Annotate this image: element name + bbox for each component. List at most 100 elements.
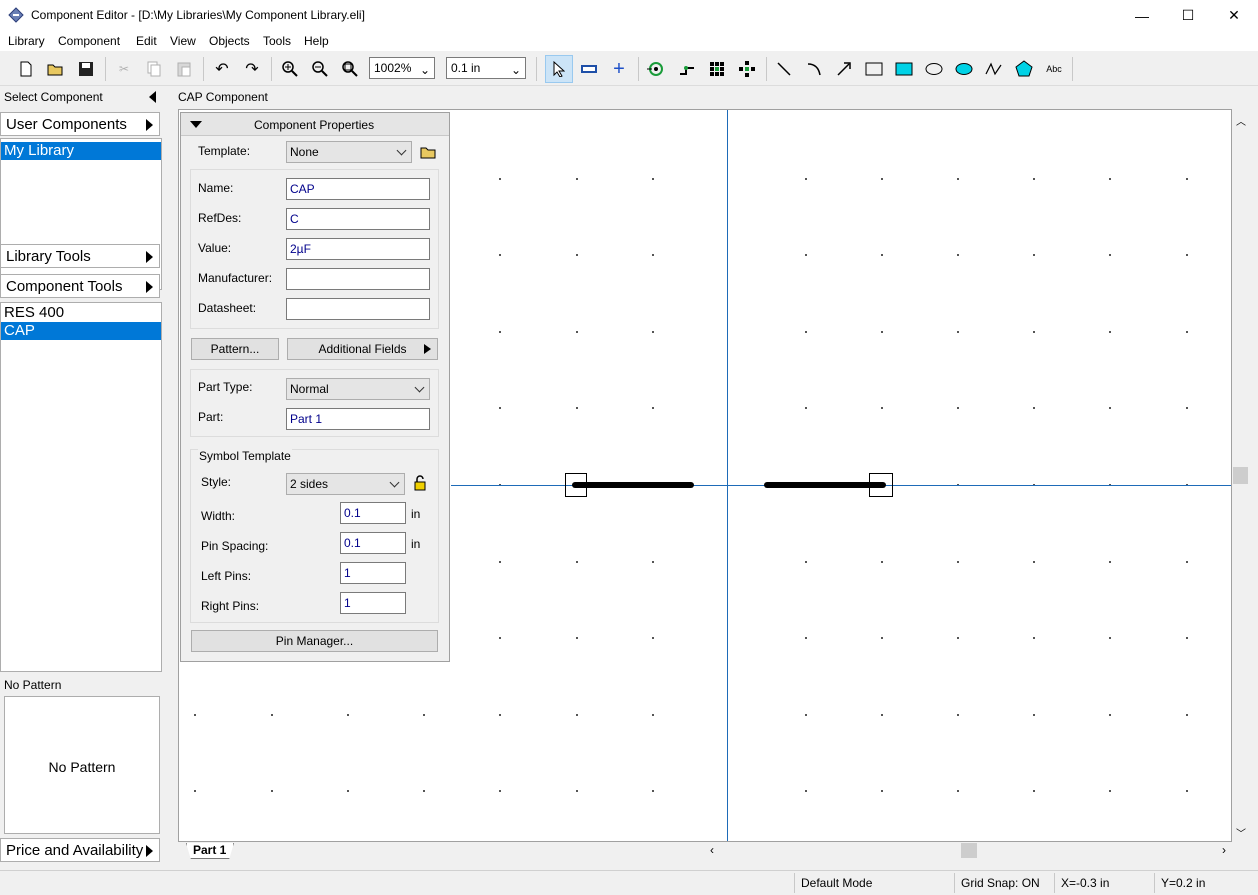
right-pins-field[interactable]: 1 [340,592,406,614]
datasheet-field[interactable] [286,298,430,320]
unlock-icon[interactable] [413,475,427,494]
grid-dot [957,790,959,792]
menu-objects[interactable]: Objects [209,34,250,48]
cut-icon[interactable]: ✂ [113,58,135,80]
list-item[interactable]: RES 400 [1,304,161,322]
pattern-button[interactable]: Pattern... [191,338,279,360]
left-pins-label: Left Pins: [201,569,252,583]
properties-header[interactable]: Component Properties [181,113,449,136]
paste-icon[interactable] [173,58,195,80]
grid-dot [271,714,273,716]
pin-right[interactable] [869,473,893,497]
line-icon[interactable] [773,58,795,80]
list-item[interactable]: CAP [1,322,161,340]
menu-edit[interactable]: Edit [136,34,157,48]
maximize-button[interactable]: ☐ [1165,0,1211,31]
component-list[interactable]: RES 400 CAP [0,302,162,672]
move-pins-icon[interactable] [736,58,758,80]
select-component-header[interactable]: Select Component [0,86,162,108]
close-button[interactable]: ✕ [1211,0,1257,31]
collapse-left-icon[interactable] [149,91,156,103]
component-tools-button[interactable]: Component Tools [0,274,160,298]
crosshair-icon[interactable]: + [608,58,630,80]
style-select[interactable]: 2 sides [286,473,405,495]
price-availability-button[interactable]: Price and Availability [0,838,160,862]
vertical-scrollbar[interactable]: ︿ ﹀ [1232,109,1249,842]
grid-dot [1186,178,1188,180]
left-panel: Select Component User Components My Libr… [0,86,165,866]
grid-dot [881,407,883,409]
grid-pins-icon[interactable] [706,58,728,80]
polygon-icon[interactable] [1013,58,1035,80]
scroll-left-icon[interactable]: ‹ [710,843,714,857]
new-file-icon[interactable] [15,58,37,80]
datasheet-label: Datasheet: [198,301,257,315]
arrow-icon[interactable] [833,58,855,80]
tab-part-1[interactable]: Part 1 [186,843,234,859]
grid-dot [576,254,578,256]
polyline-icon[interactable] [983,58,1005,80]
zoom-out-icon[interactable] [309,58,331,80]
left-pins-field[interactable]: 1 [340,562,406,584]
menu-help[interactable]: Help [304,34,329,48]
text-icon[interactable]: Abc [1043,58,1065,80]
open-folder-icon[interactable] [420,144,438,163]
manufacturer-field[interactable] [286,268,430,290]
pin-spacing-field[interactable]: 0.1 [340,532,406,554]
rectangle-icon[interactable] [863,58,885,80]
wire-icon[interactable] [676,58,698,80]
arc-icon[interactable] [803,58,825,80]
user-components-button[interactable]: User Components [0,112,160,136]
grid-dot [881,790,883,792]
grid-dot [881,561,883,563]
open-folder-icon[interactable] [45,58,67,80]
list-item[interactable]: My Library [1,142,161,160]
library-tools-button[interactable]: Library Tools [0,244,160,268]
scroll-right-icon[interactable]: › [1222,843,1226,857]
pin-left[interactable] [565,473,587,497]
name-field[interactable]: CAP [286,178,430,200]
scroll-up-icon[interactable]: ︿ [1236,113,1246,128]
select-pointer-icon[interactable] [545,55,573,83]
filled-rectangle-icon[interactable] [893,58,915,80]
redo-icon[interactable]: ↷ [241,58,263,80]
ellipse-icon[interactable] [923,58,945,80]
undo-icon[interactable]: ↶ [211,58,233,80]
collapse-down-icon[interactable] [190,121,202,128]
part-field[interactable]: Part 1 [286,408,430,430]
pin-manager-button[interactable]: Pin Manager... [191,630,438,652]
grid-dot [805,331,807,333]
refdes-field[interactable]: C [286,208,430,230]
part-type-select[interactable]: Normal [286,378,430,400]
grid-dot [576,178,578,180]
width-field[interactable]: 0.1 [340,502,406,524]
scroll-thumb[interactable] [961,843,977,858]
app-icon [8,7,24,23]
grid-dot [805,714,807,716]
scroll-down-icon[interactable]: ﹀ [1236,825,1246,840]
menu-view[interactable]: View [170,34,196,48]
zoom-select[interactable]: 1002% ⌄ [369,57,435,79]
menu-tools[interactable]: Tools [263,34,291,48]
grid-dot [1033,178,1035,180]
minimize-button[interactable]: — [1119,0,1165,31]
horizontal-scrollbar[interactable]: ‹ › [706,842,1232,859]
template-select[interactable]: None [286,141,412,163]
scroll-thumb[interactable] [1233,467,1248,484]
menu-library[interactable]: Library [8,34,45,48]
pin-icon[interactable] [645,58,667,80]
grid-select[interactable]: 0.1 in ⌄ [446,57,526,79]
grid-dot [576,561,578,563]
status-mode: Default Mode [801,876,873,890]
filled-ellipse-icon[interactable] [953,58,975,80]
capacitor-plate-left[interactable] [572,482,694,488]
save-icon[interactable] [75,58,97,80]
menu-component[interactable]: Component [58,34,120,48]
copy-icon[interactable] [143,58,165,80]
measure-icon[interactable] [578,58,600,80]
capacitor-plate-right[interactable] [764,482,886,488]
zoom-fit-icon[interactable] [339,58,361,80]
additional-fields-button[interactable]: Additional Fields [287,338,438,360]
value-field[interactable]: 2µF [286,238,430,260]
zoom-in-icon[interactable] [279,58,301,80]
